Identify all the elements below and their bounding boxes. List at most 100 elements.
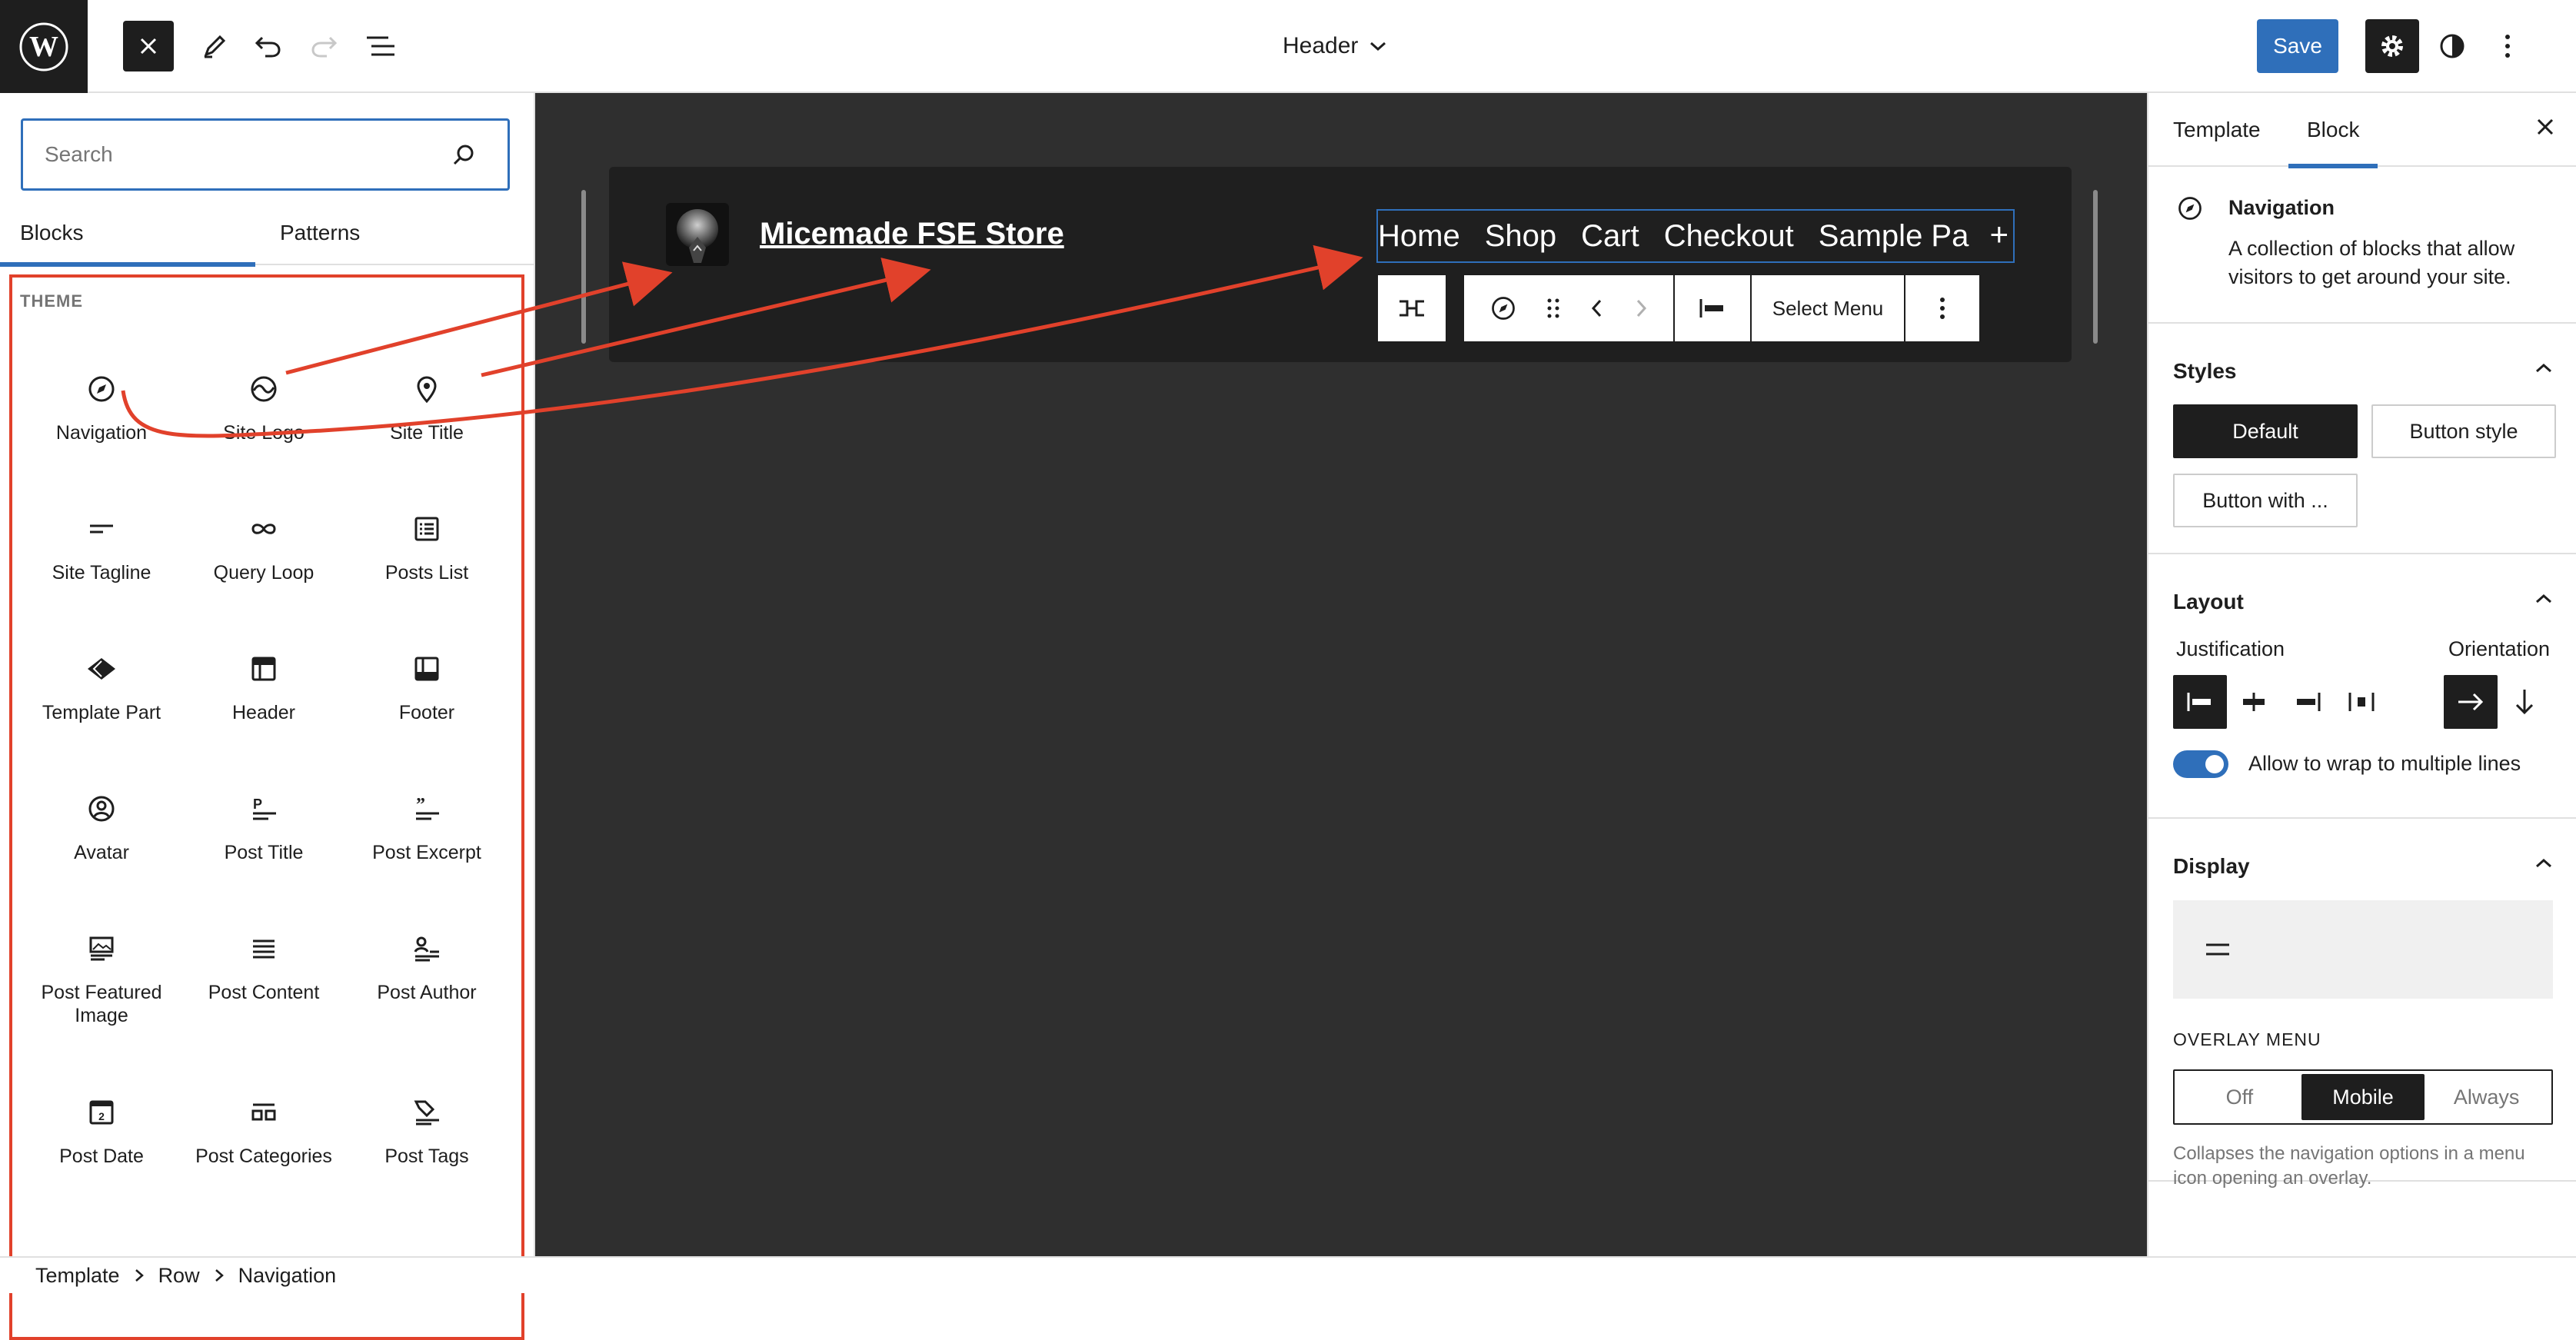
list-view-button[interactable] (355, 21, 406, 71)
document-title-text: Header (1283, 33, 1359, 58)
display-panel-title[interactable]: Display (2173, 854, 2250, 879)
justify-left-icon (2187, 693, 2211, 711)
settings-button[interactable] (2365, 19, 2419, 73)
wordpress-logo[interactable]: W (0, 0, 88, 93)
block-site-logo[interactable]: Site Logo (187, 366, 341, 444)
tab-block[interactable]: Block (2288, 93, 2379, 168)
document-title[interactable]: Header (1283, 31, 1387, 62)
block-card-title: Navigation (2228, 196, 2335, 219)
overlay-menu-label: OVERLAY MENU (2173, 1029, 2321, 1049)
block-post-date[interactable]: 2 Post Date (25, 1089, 178, 1168)
transform-icon (1399, 300, 1424, 317)
justify-left-button[interactable] (2173, 675, 2227, 729)
orientation-vertical-button[interactable] (2498, 675, 2551, 729)
overlay-menu-toggle-group: Off Mobile Always (2173, 1069, 2553, 1125)
justify-left-icon (1699, 299, 1723, 318)
justify-center-button[interactable] (2227, 675, 2281, 729)
site-title[interactable]: Micemade FSE Store (760, 217, 1064, 251)
tab-patterns[interactable]: Patterns (280, 201, 360, 265)
block-post-title[interactable]: P Post Title (187, 786, 341, 864)
block-label: Site Tagline (52, 562, 151, 584)
svg-text:P: P (253, 796, 262, 812)
navigation-block[interactable]: Home Shop Cart Checkout Sample Pa + (1376, 209, 2015, 263)
breadcrumb-item-row[interactable]: Row (158, 1264, 200, 1288)
block-post-content[interactable]: Post Content (187, 926, 341, 1004)
list-view-icon (367, 36, 394, 56)
justification-toolbar-button[interactable] (1675, 275, 1752, 341)
tag-icon (414, 1100, 439, 1126)
block-posts-list[interactable]: Posts List (350, 506, 504, 584)
style-default-button[interactable]: Default (2173, 404, 2358, 458)
block-query-loop[interactable]: Query Loop (187, 506, 341, 584)
tab-blocks-label: Blocks (20, 221, 84, 244)
wrap-toggle[interactable] (2173, 750, 2228, 778)
nav-link-shop[interactable]: Shop (1485, 219, 1556, 254)
overlay-always-option[interactable]: Always (2425, 1074, 2548, 1120)
tab-blocks[interactable]: Blocks (0, 201, 255, 267)
overlay-menu-preview[interactable] (2173, 900, 2553, 999)
justify-space-between-button[interactable] (2335, 675, 2388, 729)
tools-button[interactable] (189, 21, 240, 71)
nav-link-sample-page[interactable]: Sample Pa (1819, 219, 1969, 254)
block-template-part[interactable]: Template Part (25, 646, 178, 724)
add-nav-item-button[interactable]: + (1989, 218, 2009, 251)
block-site-tagline[interactable]: Site Tagline (25, 506, 178, 584)
gear-icon (2381, 35, 2403, 57)
select-menu-button[interactable]: Select Menu (1752, 275, 1905, 341)
styles-button[interactable] (2427, 21, 2478, 71)
breadcrumb-item-navigation[interactable]: Navigation (238, 1264, 337, 1288)
block-options-button[interactable] (1905, 275, 1979, 341)
block-post-featured-image[interactable]: Post Featured Image (25, 926, 178, 1027)
footer-icon (414, 657, 439, 681)
transform-button[interactable] (1378, 275, 1446, 341)
contrast-icon (2440, 34, 2465, 58)
orientation-horizontal-button[interactable] (2444, 675, 2498, 729)
block-avatar[interactable]: Avatar (25, 786, 178, 864)
block-post-tags[interactable]: Post Tags (350, 1089, 504, 1168)
block-label: Header (232, 702, 295, 723)
close-inserter-button[interactable] (123, 21, 174, 71)
compass-icon (2178, 197, 2202, 220)
compass-icon[interactable] (1489, 294, 1517, 322)
search-input[interactable] (43, 141, 446, 168)
block-footer[interactable]: Footer (350, 646, 504, 724)
block-site-title[interactable]: Site Title (350, 366, 504, 444)
close-sidebar-button[interactable] (2534, 116, 2556, 138)
justify-right-button[interactable] (2281, 675, 2335, 729)
nav-link-cart[interactable]: Cart (1581, 219, 1639, 254)
resize-handle-right[interactable] (2093, 190, 2098, 344)
calendar-day: 2 (98, 1110, 105, 1122)
wrap-toggle-label: Allow to wrap to multiple lines (2248, 752, 2521, 775)
nav-link-checkout[interactable]: Checkout (1664, 219, 1794, 254)
style-button-style-button[interactable]: Button style (2371, 404, 2556, 458)
tab-template[interactable]: Template (2173, 93, 2261, 167)
site-logo-image[interactable] (666, 203, 729, 266)
redo-button[interactable] (298, 21, 349, 71)
breadcrumb-item-template[interactable]: Template (35, 1264, 120, 1288)
nav-link-home[interactable]: Home (1378, 219, 1460, 254)
chevron-right-icon[interactable] (1633, 297, 1649, 320)
top-toolbar: W Header Save (0, 0, 2576, 93)
resize-handle-left[interactable] (581, 190, 586, 344)
drag-handle-icon[interactable] (1546, 296, 1561, 321)
overlay-off-option[interactable]: Off (2178, 1074, 2301, 1120)
block-label: Post Date (59, 1145, 144, 1167)
layout-panel-title[interactable]: Layout (2173, 590, 2244, 614)
options-menu-button[interactable] (2482, 21, 2533, 71)
block-navigation[interactable]: Navigation (25, 366, 178, 444)
block-post-author[interactable]: Post Author (350, 926, 504, 1004)
styles-panel-title[interactable]: Styles (2173, 359, 2237, 384)
style-button-with-button[interactable]: Button with ... (2173, 474, 2358, 527)
block-post-categories[interactable]: Post Categories (187, 1089, 341, 1168)
block-post-excerpt[interactable]: ” Post Excerpt (350, 786, 504, 864)
editor-canvas[interactable] (535, 93, 2147, 1256)
orientation-label: Orientation (2448, 637, 2551, 660)
block-header[interactable]: Header (187, 646, 341, 724)
save-button[interactable]: Save (2257, 19, 2338, 73)
undo-button[interactable] (243, 21, 294, 71)
block-toolbar: Select Menu (1463, 274, 1981, 343)
display-panel: Display OVERLAY MENU Off Mobile Always C… (2148, 819, 2576, 1189)
search-field[interactable] (21, 118, 510, 191)
chevron-left-icon[interactable] (1589, 297, 1605, 320)
overlay-mobile-option[interactable]: Mobile (2301, 1074, 2425, 1120)
